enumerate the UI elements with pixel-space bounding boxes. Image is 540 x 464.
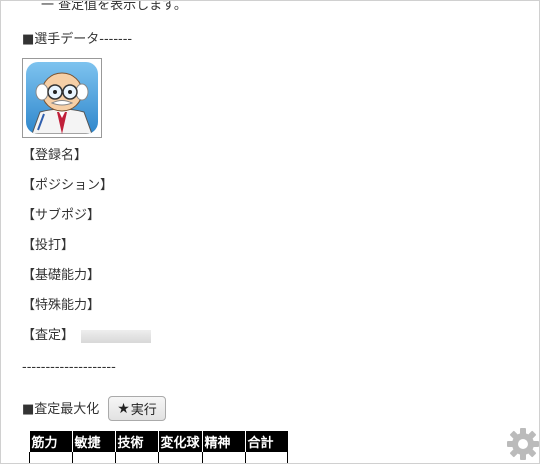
truncated-text: 一 查定值を表示します。 bbox=[41, 0, 187, 13]
field-register-name: 【登録名】 bbox=[22, 148, 88, 163]
stats-header-cell: 筋力 bbox=[29, 431, 72, 452]
avatar-image bbox=[26, 62, 98, 134]
field-throw-bat: 【投打】 bbox=[22, 238, 75, 253]
stats-header-row: 筋力 敏捷 技術 変化球 精神 合計 bbox=[29, 431, 288, 452]
section-player-heading: ■選手データ------- bbox=[22, 32, 133, 47]
settings-button[interactable] bbox=[504, 422, 539, 463]
stats-row bbox=[29, 452, 289, 463]
star-icon: ★ bbox=[117, 400, 130, 417]
stats-cell bbox=[201, 452, 246, 463]
page-frame: 一 查定值を表示します。 ■選手データ------- 【登録名】 【ポジション】… bbox=[0, 0, 540, 464]
stats-header-cell: 精神 bbox=[201, 431, 246, 452]
execute-button-label: 実行 bbox=[130, 403, 157, 418]
stats-header-cell: 変化球 bbox=[157, 431, 203, 452]
field-assessment: 【査定】 bbox=[22, 328, 75, 343]
stats-cell bbox=[71, 452, 116, 463]
field-basic-ability: 【基礎能力】 bbox=[22, 268, 101, 283]
gear-icon bbox=[506, 427, 539, 460]
stats-header-cell: 敏捷 bbox=[71, 431, 115, 452]
field-position: 【ポジション】 bbox=[22, 178, 114, 193]
stats-cell bbox=[29, 452, 73, 463]
assessment-value-bar bbox=[81, 330, 151, 343]
stats-cell bbox=[114, 452, 159, 463]
stats-cell bbox=[157, 452, 203, 463]
execute-button[interactable]: ★ 実行 bbox=[108, 396, 166, 421]
stats-cell bbox=[244, 452, 289, 463]
old-man-portrait-icon bbox=[31, 72, 93, 134]
maximize-label: ■査定最大化 bbox=[22, 402, 100, 417]
stats-header-cell: 合計 bbox=[244, 431, 288, 452]
separator-line: -------------------- bbox=[22, 360, 116, 375]
stats-table: 筋力 敏捷 技術 変化球 精神 合計 bbox=[29, 431, 289, 463]
field-special-ability: 【特殊能力】 bbox=[22, 298, 101, 313]
player-avatar bbox=[22, 58, 102, 138]
field-sub-position: 【サブポジ】 bbox=[22, 208, 101, 223]
stats-header-cell: 技術 bbox=[114, 431, 158, 452]
